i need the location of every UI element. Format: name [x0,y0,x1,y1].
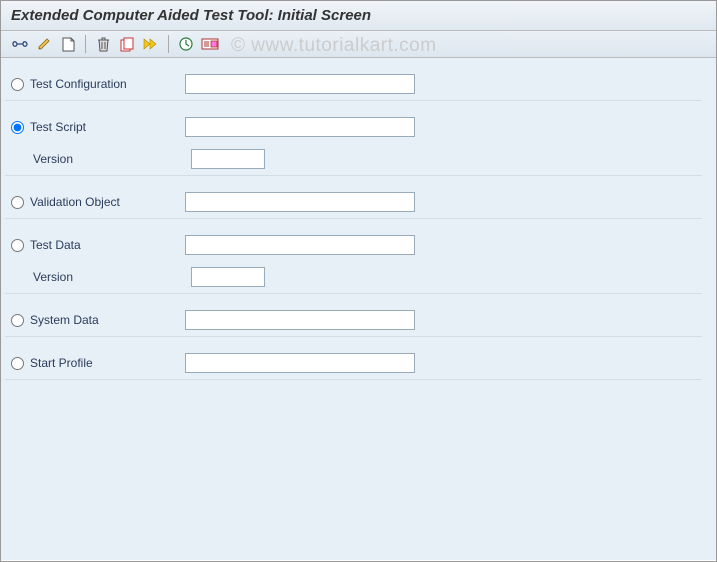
label-test-script[interactable]: Test Script [30,120,86,134]
radio-test-configuration[interactable] [11,78,24,91]
row-test-data: Test Data [5,229,702,261]
row-test-script-version: Version [5,143,702,176]
row-test-data-version: Version [5,261,702,294]
input-test-configuration[interactable] [185,74,415,94]
log-button[interactable] [199,34,221,54]
label-system-data[interactable]: System Data [30,313,99,327]
label-test-script-version: Version [33,152,73,166]
label-test-data[interactable]: Test Data [30,238,81,252]
copy-icon [120,37,135,52]
row-system-data: System Data [5,304,702,337]
clock-icon [179,37,193,51]
page-icon [62,37,75,52]
toolbar-separator [85,35,86,53]
label-validation-object[interactable]: Validation Object [30,195,120,209]
page-title: Extended Computer Aided Test Tool: Initi… [11,7,706,24]
input-validation-object[interactable] [185,192,415,212]
display-button[interactable] [9,34,31,54]
log-icon [201,38,219,50]
row-test-script: Test Script [5,111,702,143]
glasses-icon [12,38,28,50]
pencil-icon [37,37,51,51]
label-start-profile[interactable]: Start Profile [30,356,93,370]
toolbar [1,31,716,58]
label-test-configuration[interactable]: Test Configuration [30,77,127,91]
radio-system-data[interactable] [11,314,24,327]
input-test-script[interactable] [185,117,415,137]
radio-validation-object[interactable] [11,196,24,209]
schedule-button[interactable] [175,34,197,54]
delete-button[interactable] [92,34,114,54]
copy-button[interactable] [116,34,138,54]
input-start-profile[interactable] [185,353,415,373]
row-validation-object: Validation Object [5,186,702,219]
input-test-data[interactable] [185,235,415,255]
trash-icon [97,37,110,52]
input-system-data[interactable] [185,310,415,330]
execute-icon [143,37,159,51]
input-test-data-version[interactable] [191,267,265,287]
toolbar-separator [168,35,169,53]
title-bar: Extended Computer Aided Test Tool: Initi… [1,1,716,31]
change-button[interactable] [33,34,55,54]
input-test-script-version[interactable] [191,149,265,169]
content-area: Test Configuration Test Script Version V… [1,58,716,560]
label-test-data-version: Version [33,270,73,284]
radio-test-script[interactable] [11,121,24,134]
row-test-configuration: Test Configuration [5,68,702,101]
create-button[interactable] [57,34,79,54]
radio-test-data[interactable] [11,239,24,252]
row-start-profile: Start Profile [5,347,702,380]
execute-button[interactable] [140,34,162,54]
radio-start-profile[interactable] [11,357,24,370]
